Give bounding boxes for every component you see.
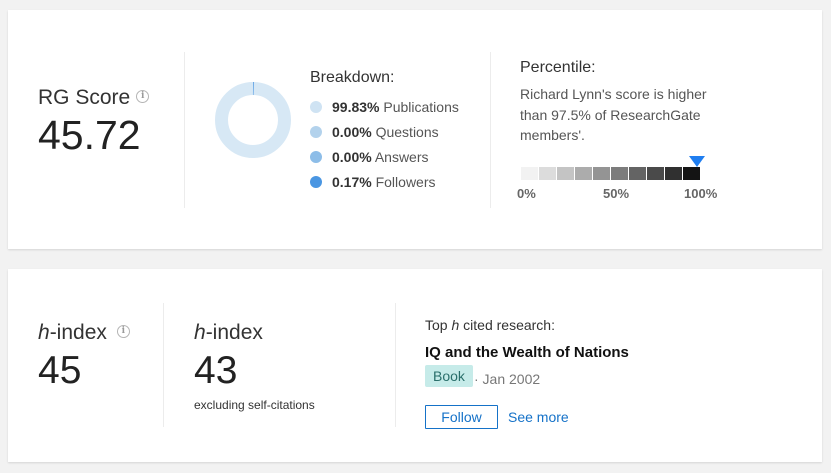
- rg-score-label: RG Score i: [38, 86, 150, 110]
- rg-score-card: RG Score i 45.72 Breakdown: 99.83% Public…: [8, 10, 822, 249]
- research-title-link[interactable]: IQ and the Wealth of Nations: [425, 344, 629, 361]
- percentile-tick-0: 0%: [517, 186, 536, 201]
- breakdown-list: 99.83% Publications 0.00% Questions 0.00…: [310, 97, 459, 197]
- rg-score-value: 45.72: [38, 112, 141, 158]
- divider: [490, 52, 491, 208]
- percentile-title: Percentile:: [520, 59, 596, 76]
- research-date: · Jan 2002: [474, 371, 541, 387]
- research-type-badge: Book: [425, 365, 473, 387]
- breakdown-item-followers: 0.17% Followers: [310, 172, 459, 197]
- publications-dot: [310, 101, 322, 113]
- h-index-card: h-index i 45 h-index 43 excluding self-ci…: [8, 269, 822, 462]
- h-index-label: h-index i: [38, 321, 130, 345]
- divider: [395, 303, 396, 427]
- breakdown-pct: 0.17%: [332, 174, 372, 190]
- info-icon[interactable]: i: [116, 324, 130, 338]
- percentile-segment: [683, 167, 700, 180]
- follow-button[interactable]: Follow: [425, 405, 498, 429]
- percentile-segment: [521, 167, 538, 180]
- divider: [163, 303, 164, 427]
- breakdown-title: Breakdown:: [310, 69, 395, 86]
- breakdown-label: Publications: [379, 99, 459, 115]
- donut-publications-ring: [215, 82, 291, 158]
- breakdown-pct: 99.83%: [332, 99, 380, 115]
- percentile-segment: [611, 167, 628, 180]
- breakdown-label: Questions: [371, 124, 439, 140]
- percentile-segment: [665, 167, 682, 180]
- percentile-tick-100: 100%: [684, 186, 718, 201]
- breakdown-pct: 0.00%: [332, 124, 372, 140]
- info-icon[interactable]: i: [136, 89, 150, 103]
- breakdown-item-publications: 99.83% Publications: [310, 97, 459, 122]
- h-index-excl-label: h-index: [194, 321, 263, 344]
- percentile-segment: [575, 167, 592, 180]
- divider: [184, 52, 185, 208]
- percentile-marker: [688, 156, 705, 167]
- percentile-segment: [629, 167, 646, 180]
- percentile-segment: [539, 167, 556, 180]
- breakdown-label: Answers: [371, 149, 429, 165]
- h-index-excl-value: 43: [194, 349, 238, 392]
- breakdown-pct: 0.00%: [332, 149, 372, 165]
- top-cited-title: Top h cited research:: [425, 317, 555, 333]
- answers-dot: [310, 151, 322, 163]
- followers-dot: [310, 176, 322, 188]
- breakdown-donut-chart: [215, 82, 291, 158]
- percentile-text: Richard Lynn's score is higher than 97.5…: [520, 86, 707, 143]
- percentile-segment: [647, 167, 664, 180]
- percentile-segment: [557, 167, 574, 180]
- percentile-bar: [521, 167, 701, 180]
- breakdown-item-questions: 0.00% Questions: [310, 122, 459, 147]
- percentile-segment: [593, 167, 610, 180]
- see-more-link[interactable]: See more: [508, 409, 569, 425]
- questions-dot: [310, 126, 322, 138]
- h-index-value: 45: [38, 349, 82, 392]
- h-index-excl-subtitle: excluding self-citations: [194, 398, 315, 412]
- breakdown-item-answers: 0.00% Answers: [310, 147, 459, 172]
- percentile-tick-50: 50%: [603, 186, 630, 201]
- breakdown-label: Followers: [371, 174, 436, 190]
